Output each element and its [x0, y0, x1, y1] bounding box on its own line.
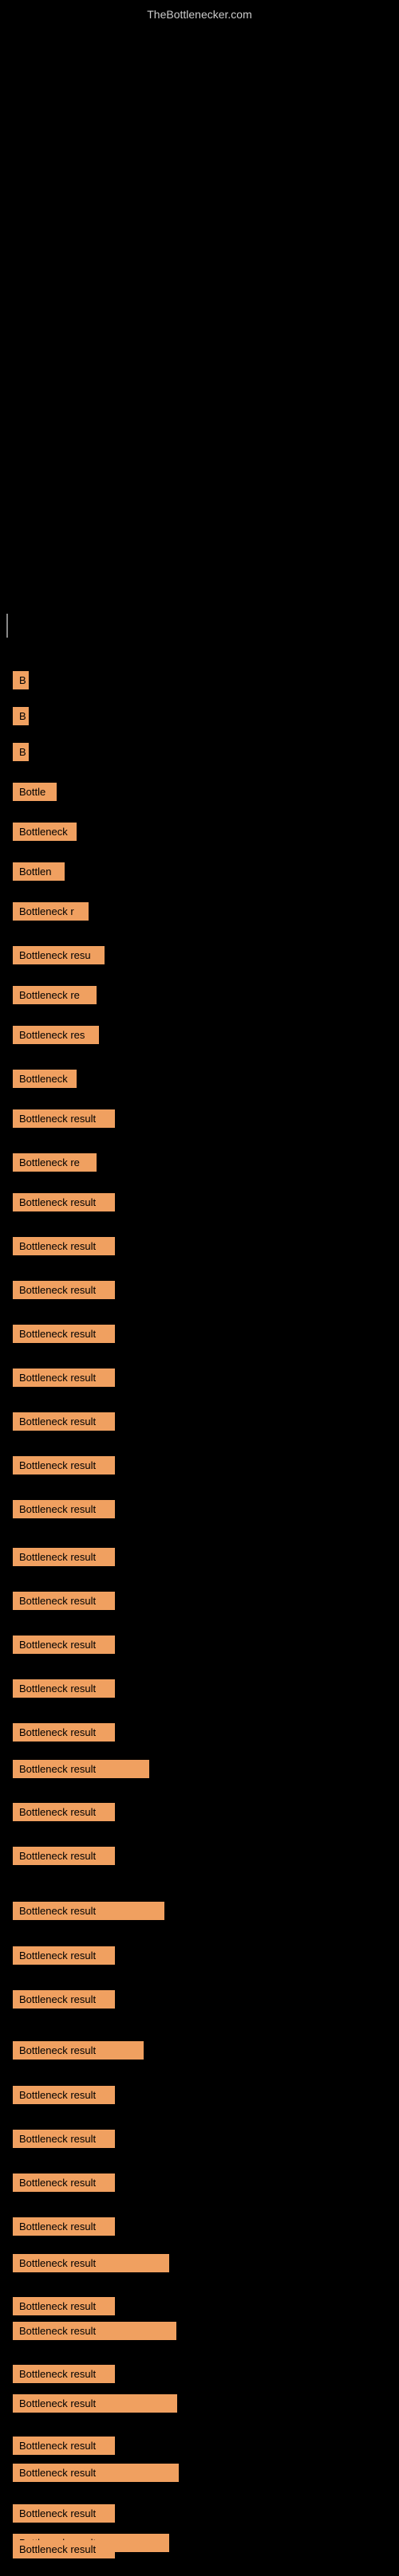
- bottleneck-item-38: Bottleneck result: [13, 2254, 169, 2272]
- bottleneck-item-25: Bottleneck result: [13, 1679, 115, 1698]
- bottleneck-item-44: Bottleneck result: [13, 2464, 179, 2482]
- bottleneck-item-29: Bottleneck result: [13, 1847, 115, 1865]
- bottleneck-item-40: Bottleneck result: [13, 2322, 176, 2340]
- bottleneck-item-10: Bottleneck res: [13, 1026, 99, 1044]
- bottleneck-item-7: Bottleneck r: [13, 902, 89, 921]
- bottleneck-item-45: Bottleneck result: [13, 2504, 115, 2523]
- bottleneck-item-43: Bottleneck result: [13, 2437, 115, 2455]
- bottleneck-item-18: Bottleneck result: [13, 1368, 115, 1387]
- bottleneck-item-9: Bottleneck re: [13, 986, 97, 1004]
- bottleneck-item-31: Bottleneck result: [13, 1946, 115, 1965]
- bottleneck-item-37: Bottleneck result: [13, 2217, 115, 2236]
- bottleneck-item-39: Bottleneck result: [13, 2297, 115, 2315]
- bottleneck-item-27: Bottleneck result: [13, 1760, 149, 1778]
- bottleneck-item-36: Bottleneck result: [13, 2174, 115, 2192]
- bottleneck-item-2: B: [13, 707, 29, 725]
- bottleneck-item-34: Bottleneck result: [13, 2086, 115, 2104]
- bottleneck-item-47: Bottleneck result: [13, 2540, 115, 2558]
- bottleneck-item-15: Bottleneck result: [13, 1237, 115, 1255]
- bottleneck-item-3: B: [13, 743, 29, 761]
- bottleneck-item-13: Bottleneck re: [13, 1153, 97, 1172]
- bottleneck-item-16: Bottleneck result: [13, 1281, 115, 1299]
- bottleneck-item-23: Bottleneck result: [13, 1592, 115, 1610]
- bottleneck-item-28: Bottleneck result: [13, 1803, 115, 1821]
- bottleneck-item-30: Bottleneck result: [13, 1902, 164, 1920]
- bottleneck-item-11: Bottleneck: [13, 1070, 77, 1088]
- site-title: TheBottlenecker.com: [0, 0, 399, 26]
- bottleneck-item-33: Bottleneck result: [13, 2041, 144, 2060]
- bottleneck-item-32: Bottleneck result: [13, 1990, 115, 2009]
- bottleneck-item-6: Bottlen: [13, 862, 65, 881]
- bottleneck-item-24: Bottleneck result: [13, 1636, 115, 1654]
- bottleneck-item-1: B: [13, 671, 29, 689]
- bottleneck-item-14: Bottleneck result: [13, 1193, 115, 1211]
- bottleneck-item-19: Bottleneck result: [13, 1412, 115, 1431]
- items-container: BBBBottleBottleneckBottlenBottleneck rBo…: [0, 26, 399, 2576]
- bottleneck-item-21: Bottleneck result: [13, 1500, 115, 1518]
- bottleneck-item-5: Bottleneck: [13, 823, 77, 841]
- bottleneck-item-41: Bottleneck result: [13, 2365, 115, 2383]
- bottleneck-item-17: Bottleneck result: [13, 1325, 115, 1343]
- bottleneck-item-26: Bottleneck result: [13, 1723, 115, 1742]
- bottleneck-item-35: Bottleneck result: [13, 2130, 115, 2148]
- bottleneck-item-12: Bottleneck result: [13, 1109, 115, 1128]
- bottleneck-item-8: Bottleneck resu: [13, 946, 105, 964]
- bottleneck-item-42: Bottleneck result: [13, 2394, 177, 2413]
- bottleneck-item-22: Bottleneck result: [13, 1548, 115, 1566]
- bottleneck-item-4: Bottle: [13, 783, 57, 801]
- bottleneck-item-20: Bottleneck result: [13, 1456, 115, 1475]
